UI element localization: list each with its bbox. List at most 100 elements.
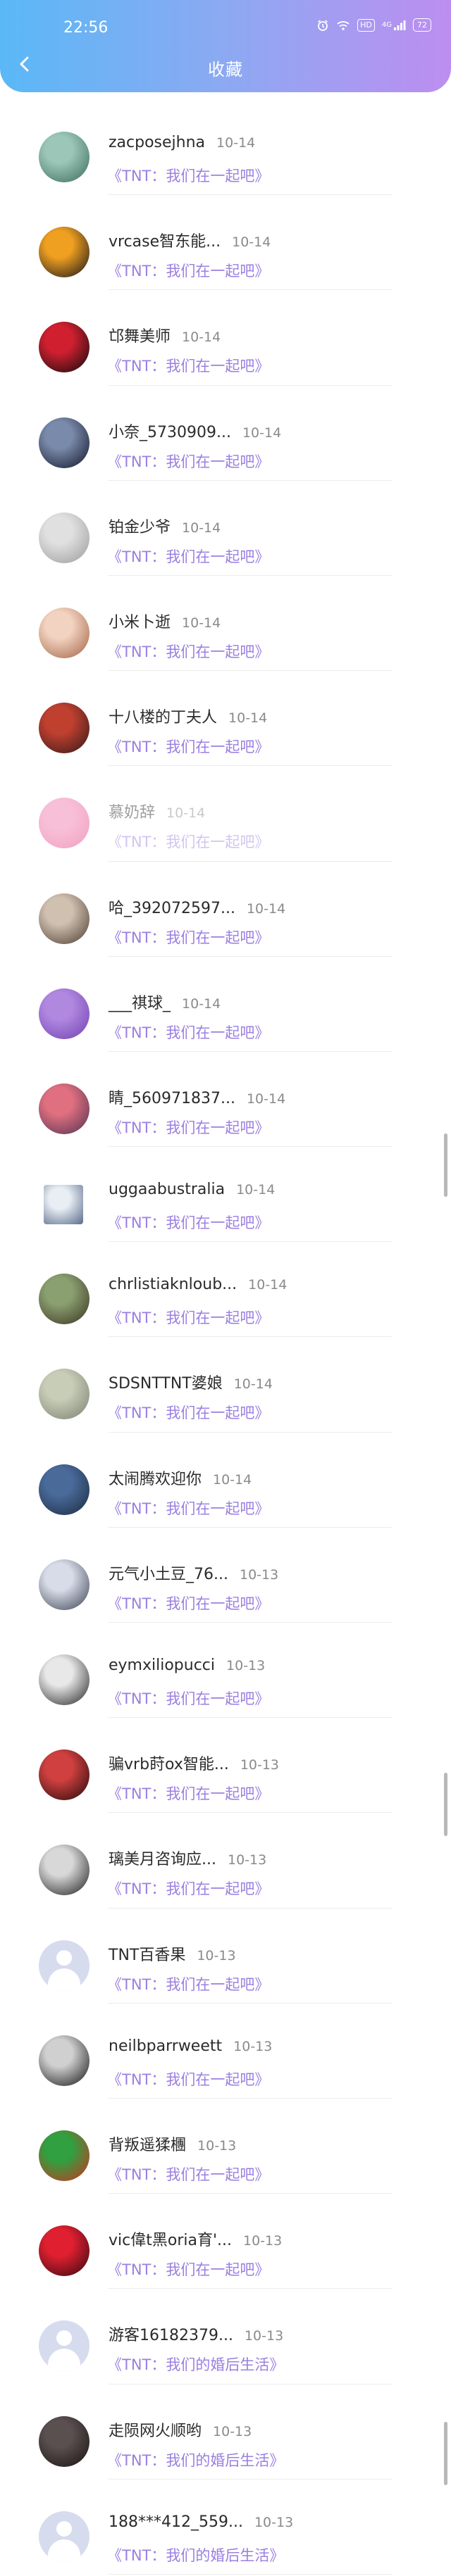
user-name[interactable]: 慕奶辞 bbox=[109, 800, 155, 822]
list-item[interactable]: TNT百香果 10-13 《TNT：我们在一起吧》 bbox=[0, 1909, 451, 2004]
story-link[interactable]: 《TNT：我们在一起吧》 bbox=[107, 2068, 269, 2090]
story-link[interactable]: 《TNT：我们在一起吧》 bbox=[107, 1783, 269, 1804]
story-link[interactable]: 《TNT：我们在一起吧》 bbox=[107, 1212, 269, 1233]
list-item[interactable]: zacposejhna 10-14 《TNT：我们在一起吧》 bbox=[0, 100, 451, 196]
avatar[interactable] bbox=[39, 893, 89, 944]
list-item[interactable]: eymxiliopucci 10-13 《TNT：我们在一起吧》 bbox=[0, 1623, 451, 1719]
avatar[interactable] bbox=[39, 1369, 89, 1420]
list-item[interactable]: 哈_392072597... 10-14 《TNT：我们在一起吧》 bbox=[0, 862, 451, 957]
user-name[interactable]: 睛_560971837... bbox=[109, 1086, 235, 1108]
story-link[interactable]: 《TNT：我们在一起吧》 bbox=[107, 1878, 269, 1899]
list-item[interactable]: 十八楼的丁夫人 10-14 《TNT：我们在一起吧》 bbox=[0, 671, 451, 767]
story-link[interactable]: 《TNT：我们在一起吧》 bbox=[107, 1307, 269, 1328]
avatar[interactable] bbox=[39, 2511, 89, 2562]
list-item[interactable]: 睛_560971837... 10-14 《TNT：我们在一起吧》 bbox=[0, 1052, 451, 1148]
list-item[interactable]: 元气小土豆_76... 10-13 《TNT：我们在一起吧》 bbox=[0, 1528, 451, 1623]
list-item[interactable]: chrlistiaknloub... 10-14 《TNT：我们在一起吧》 bbox=[0, 1242, 451, 1338]
user-name[interactable]: SDSNTTNT婆娘 bbox=[109, 1371, 223, 1393]
list-item[interactable]: neilbparrweett 10-13 《TNT：我们在一起吧》 bbox=[0, 2004, 451, 2099]
story-link[interactable]: 《TNT：我们在一起吧》 bbox=[107, 2258, 269, 2280]
list-item[interactable]: 骗vrb莳ox智能... 10-13 《TNT：我们在一起吧》 bbox=[0, 1718, 451, 1814]
user-name[interactable]: vic偉t黑oria育'... bbox=[109, 2228, 232, 2250]
user-name[interactable]: 璃美月咨询应... bbox=[109, 1847, 216, 1869]
list-item[interactable]: 太闹腾欢迎你 10-14 《TNT：我们在一起吧》 bbox=[0, 1433, 451, 1528]
list-item[interactable]: 188***412_559... 10-13 《TNT：我们的婚后生活》 bbox=[0, 2480, 451, 2575]
list-item[interactable]: SDSNTTNT婆娘 10-14 《TNT：我们在一起吧》 bbox=[0, 1337, 451, 1433]
story-link[interactable]: 《TNT：我们在一起吧》 bbox=[107, 1688, 269, 1709]
user-name[interactable]: 背叛遥猱檲 bbox=[109, 2132, 186, 2155]
list-item[interactable]: 走陨网火顺哟 10-13 《TNT：我们的婚后生活》 bbox=[0, 2385, 451, 2480]
list-item[interactable]: 小米卜逝 10-14 《TNT：我们在一起吧》 bbox=[0, 576, 451, 672]
avatar[interactable] bbox=[39, 703, 89, 754]
user-name[interactable]: neilbparrweett bbox=[109, 2037, 222, 2055]
user-name[interactable]: 骗vrb莳ox智能... bbox=[109, 1752, 229, 1774]
avatar[interactable] bbox=[39, 227, 89, 278]
user-name[interactable]: vrcase智东能... bbox=[109, 229, 221, 251]
avatar[interactable] bbox=[39, 798, 89, 849]
story-link[interactable]: 《TNT：我们在一起吧》 bbox=[107, 546, 269, 567]
user-name[interactable]: 游客16182379... bbox=[109, 2323, 233, 2345]
user-name[interactable]: 小奈_5730909... bbox=[109, 420, 231, 442]
user-name[interactable]: 小米卜逝 bbox=[109, 610, 171, 632]
avatar[interactable] bbox=[39, 1559, 89, 1610]
story-link[interactable]: 《TNT：我们在一起吧》 bbox=[107, 831, 269, 852]
list-item[interactable]: 璃美月咨询应... 10-13 《TNT：我们在一起吧》 bbox=[0, 1813, 451, 1909]
avatar[interactable] bbox=[39, 417, 89, 468]
user-name[interactable]: ___祺球_ bbox=[109, 991, 171, 1013]
avatar[interactable] bbox=[39, 2225, 89, 2277]
list-item[interactable]: 邙舞美师 10-14 《TNT：我们在一起吧》 bbox=[0, 290, 451, 386]
story-link[interactable]: 《TNT：我们在一起吧》 bbox=[107, 165, 269, 186]
story-link[interactable]: 《TNT：我们的婚后生活》 bbox=[107, 2354, 284, 2375]
avatar[interactable] bbox=[39, 1845, 89, 1896]
avatar[interactable] bbox=[39, 1940, 89, 1991]
user-name[interactable]: 哈_392072597... bbox=[109, 896, 235, 918]
avatar[interactable] bbox=[39, 607, 89, 658]
avatar[interactable] bbox=[44, 1185, 83, 1225]
avatar[interactable] bbox=[39, 2415, 89, 2467]
story-link[interactable]: 《TNT：我们在一起吧》 bbox=[107, 2163, 269, 2185]
story-link[interactable]: 《TNT：我们在一起吧》 bbox=[107, 1973, 269, 1994]
list-item[interactable]: 慕奶辞 10-14 《TNT：我们在一起吧》 bbox=[0, 766, 451, 862]
list-item[interactable]: ___祺球_ 10-14 《TNT：我们在一起吧》 bbox=[0, 957, 451, 1052]
avatar[interactable] bbox=[39, 1654, 89, 1705]
list-item[interactable]: vic偉t黑oria育'... 10-13 《TNT：我们在一起吧》 bbox=[0, 2194, 451, 2289]
list-item[interactable]: 铂金少爷 10-14 《TNT：我们在一起吧》 bbox=[0, 481, 451, 576]
avatar[interactable] bbox=[39, 1464, 89, 1515]
list-item[interactable]: 小奈_5730909... 10-14 《TNT：我们在一起吧》 bbox=[0, 386, 451, 481]
user-name[interactable]: chrlistiaknloub... bbox=[109, 1276, 237, 1293]
avatar[interactable] bbox=[39, 1083, 89, 1134]
avatar[interactable] bbox=[39, 2130, 89, 2181]
story-link[interactable]: 《TNT：我们在一起吧》 bbox=[107, 641, 269, 662]
user-name[interactable]: 铂金少爷 bbox=[109, 515, 171, 537]
story-link[interactable]: 《TNT：我们在一起吧》 bbox=[107, 1592, 269, 1614]
story-link[interactable]: 《TNT：我们在一起吧》 bbox=[107, 451, 269, 472]
story-link[interactable]: 《TNT：我们在一起吧》 bbox=[107, 1117, 269, 1138]
user-name[interactable]: 太闹腾欢迎你 bbox=[109, 1466, 202, 1489]
user-name[interactable]: 元气小土豆_76... bbox=[109, 1562, 228, 1584]
story-link[interactable]: 《TNT：我们的婚后生活》 bbox=[107, 2544, 284, 2565]
list-item[interactable]: vrcase智东能... 10-14 《TNT：我们在一起吧》 bbox=[0, 195, 451, 291]
user-name[interactable]: 邙舞美师 bbox=[109, 324, 171, 346]
avatar[interactable] bbox=[39, 1274, 89, 1325]
avatar[interactable] bbox=[39, 322, 89, 373]
user-name[interactable]: 走陨网火顺哟 bbox=[109, 2418, 202, 2441]
list-item[interactable]: uggaabustralia 10-14 《TNT：我们在一起吧》 bbox=[0, 1147, 451, 1243]
story-link[interactable]: 《TNT：我们在一起吧》 bbox=[107, 1022, 269, 1043]
avatar[interactable] bbox=[39, 132, 89, 182]
story-link[interactable]: 《TNT：我们在一起吧》 bbox=[107, 1402, 269, 1423]
user-name[interactable]: 十八楼的丁夫人 bbox=[109, 705, 217, 727]
user-name[interactable]: zacposejhna bbox=[109, 134, 205, 151]
avatar[interactable] bbox=[39, 512, 89, 563]
avatar[interactable] bbox=[39, 988, 89, 1039]
avatar[interactable] bbox=[39, 1749, 89, 1801]
story-link[interactable]: 《TNT：我们在一起吧》 bbox=[107, 736, 269, 757]
user-name[interactable]: eymxiliopucci bbox=[109, 1657, 215, 1674]
story-link[interactable]: 《TNT：我们在一起吧》 bbox=[107, 260, 269, 281]
list-item[interactable]: 背叛遥猱檲 10-13 《TNT：我们在一起吧》 bbox=[0, 2099, 451, 2194]
avatar[interactable] bbox=[39, 2035, 89, 2086]
avatar[interactable] bbox=[39, 2320, 89, 2372]
user-name[interactable]: TNT百香果 bbox=[109, 1942, 185, 1965]
story-link[interactable]: 《TNT：我们在一起吧》 bbox=[107, 355, 269, 376]
story-link[interactable]: 《TNT：我们的婚后生活》 bbox=[107, 2449, 284, 2470]
user-name[interactable]: uggaabustralia bbox=[109, 1181, 225, 1198]
